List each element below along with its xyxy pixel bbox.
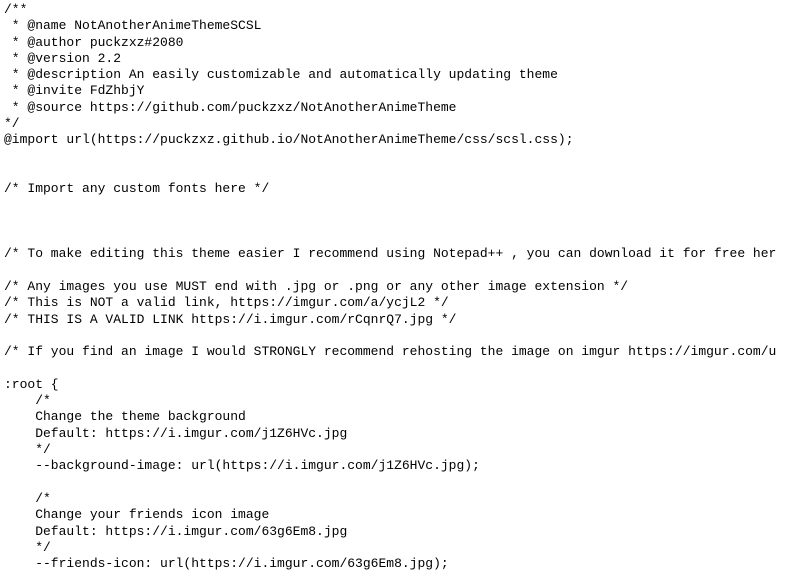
code-line: :root { bbox=[4, 377, 59, 392]
code-editor-content[interactable]: /** * @name NotAnotherAnimeThemeSCSL * @… bbox=[0, 0, 793, 588]
code-line: Default: https://i.imgur.com/j1Z6HVc.jpg bbox=[4, 426, 347, 441]
code-line: * @name NotAnotherAnimeThemeSCSL bbox=[4, 18, 261, 33]
code-line: /* Import any custom fonts here */ bbox=[4, 181, 269, 196]
code-line: * @source https://github.com/puckzxz/Not… bbox=[4, 100, 456, 115]
code-line: @import url(https://puckzxz.github.io/No… bbox=[4, 132, 574, 147]
code-line: * @version 2.2 bbox=[4, 51, 121, 66]
code-line: Default: https://i.imgur.com/63g6Em8.jpg bbox=[4, 524, 347, 539]
code-line: * @description An easily customizable an… bbox=[4, 67, 558, 82]
code-line: */ bbox=[4, 442, 51, 457]
code-line: /* Any images you use MUST end with .jpg… bbox=[4, 279, 628, 294]
code-line: --friends-icon: url(https://i.imgur.com/… bbox=[4, 556, 449, 571]
code-line: /* bbox=[4, 491, 51, 506]
code-line: /* If you find an image I would STRONGLY… bbox=[4, 344, 776, 359]
code-line: --background-image: url(https://i.imgur.… bbox=[4, 458, 480, 473]
code-line: Change the theme background bbox=[4, 409, 246, 424]
code-line: /* bbox=[4, 393, 51, 408]
code-line: /* To make editing this theme easier I r… bbox=[4, 246, 776, 261]
code-line: /* THIS IS A VALID LINK https://i.imgur.… bbox=[4, 312, 456, 327]
code-line: Change your friends icon image bbox=[4, 507, 269, 522]
code-line: * @author puckzxz#2080 bbox=[4, 35, 183, 50]
code-line: /* This is NOT a valid link, https://img… bbox=[4, 295, 449, 310]
code-line: /** bbox=[4, 2, 27, 17]
code-line: */ bbox=[4, 540, 51, 555]
code-line: */ bbox=[4, 116, 20, 131]
code-line: * @invite FdZhbjY bbox=[4, 83, 144, 98]
